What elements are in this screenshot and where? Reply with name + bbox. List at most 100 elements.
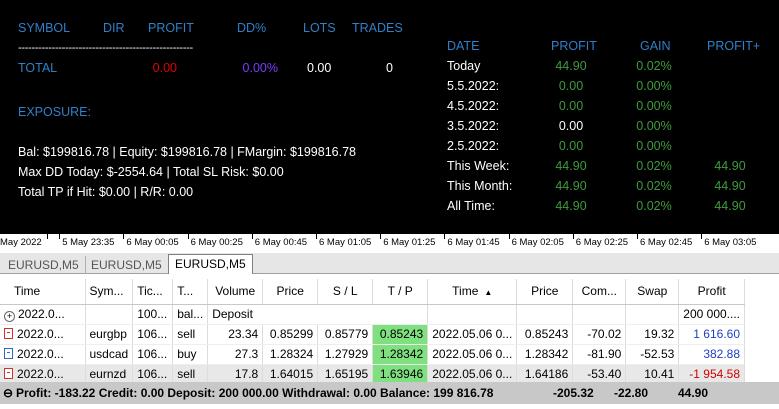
- summary-label: Profit: -183.22 Credit: 0.00 Deposit: 20…: [16, 386, 494, 400]
- axis-tick: [380, 234, 382, 239]
- col-header-type[interactable]: T...: [172, 279, 209, 305]
- total-lots: 0.00: [307, 61, 332, 75]
- chart-area[interactable]: SYMBOL DIR PROFIT DD% LOTS TRADES ------…: [0, 0, 779, 233]
- col-header-swap[interactable]: Swap: [625, 279, 680, 305]
- summary-swap: -22.80: [614, 386, 649, 400]
- deposit-time: 2022.0...: [18, 306, 65, 321]
- separator-line: ----------------------------------------…: [18, 42, 193, 54]
- axis-tick: [59, 234, 61, 239]
- col-header-close-price[interactable]: Price: [516, 279, 574, 305]
- trade-open-time-text: 2022.0...: [17, 327, 64, 341]
- deposit-type: bal...: [172, 304, 209, 325]
- trade-type: sell: [172, 324, 209, 345]
- axis-tick: [637, 234, 638, 239]
- axis-label: 6 May 03:05: [704, 237, 757, 248]
- chart-tab-1[interactable]: EURUSD,M5: [2, 256, 86, 274]
- trade-close-time: 2022.05.06 0...: [427, 324, 518, 345]
- col-header-close-time-label: Time: [452, 284, 479, 299]
- total-trades: 0: [386, 61, 393, 75]
- history-table-panel: Time Sym... Tic... T... Volume Price S /…: [0, 279, 779, 409]
- col-header-volume[interactable]: Volume: [207, 279, 264, 305]
- trade-close-time: 2022.05.06 0...: [427, 364, 518, 385]
- trade-row[interactable]: 2022.0... usdcad 106... buy 27.3 1.28324 1.279…: [0, 344, 746, 365]
- col-header-commission[interactable]: Com...: [572, 279, 627, 305]
- header-trades: TRADES: [352, 21, 403, 35]
- stats-date: This Week:: [447, 159, 510, 173]
- trade-type: sell: [172, 364, 209, 385]
- account-line-2: Max DD Today: $-2554.64 | Total SL Risk:…: [18, 165, 284, 179]
- axis-label: 5 May 23:35: [62, 237, 115, 248]
- axis-label: 6 May 01:25: [383, 237, 436, 248]
- deposit-row[interactable]: +2022.0... 100... bal... Deposit 200 000…: [0, 304, 746, 325]
- stats-header-profit-plus: PROFIT+: [707, 39, 761, 53]
- trade-swap: -52.53: [625, 344, 680, 365]
- trade-close-price: 0.85243: [516, 324, 574, 345]
- col-header-tp[interactable]: T / P: [372, 279, 429, 305]
- total-dd: 0.00%: [242, 61, 278, 75]
- stats-header-gain: GAIN: [640, 39, 671, 53]
- trade-symbol: eurgbp: [85, 324, 134, 345]
- total-profit: 0.00: [152, 61, 177, 75]
- history-table: Time Sym... Tic... T... Volume Price S /…: [0, 279, 746, 385]
- trade-close-time: 2022.05.06 0...: [427, 344, 518, 365]
- header-dd: DD%: [237, 21, 267, 35]
- stats-profit: 0.00: [558, 79, 584, 93]
- col-header-symbol[interactable]: Sym...: [85, 279, 134, 305]
- stats-header-profit: PROFIT: [551, 39, 597, 53]
- axis-label: 6 May 02:45: [640, 237, 693, 248]
- stats-profit: 44.90: [555, 179, 587, 193]
- stats-profit: 0.00: [558, 139, 584, 153]
- stats-gain: 0.00%: [636, 139, 672, 153]
- table-header-row: Time Sym... Tic... T... Volume Price S /…: [0, 279, 746, 305]
- stats-gain: 0.00%: [636, 99, 672, 113]
- trade-take-profit: 1.28342: [372, 344, 429, 365]
- col-header-sl[interactable]: S / L: [317, 279, 374, 305]
- axis-tick: [508, 234, 510, 239]
- stats-date: This Month:: [447, 179, 513, 193]
- sell-order-icon: [4, 328, 13, 339]
- header-profit: PROFIT: [148, 21, 194, 35]
- stats-profit: 0.00: [558, 99, 584, 113]
- sort-ascending-icon: ▲: [484, 288, 493, 298]
- header-dir: DIR: [103, 21, 125, 35]
- trade-ticket: 106...: [132, 364, 174, 385]
- stats-date: 5.5.2022:: [447, 79, 500, 93]
- col-header-ticket[interactable]: Tic...: [132, 279, 174, 305]
- axis-tick: [47, 234, 48, 239]
- trade-swap: 19.32: [625, 324, 680, 345]
- axis-tick: [572, 234, 574, 239]
- plus-circle-icon: +: [4, 310, 15, 322]
- trade-open-time: 2022.0...: [0, 344, 86, 365]
- col-header-close-time[interactable]: Time ▲: [427, 279, 518, 305]
- axis-tick: [251, 234, 253, 239]
- trade-ticket: 106...: [132, 324, 174, 345]
- trade-volume: 23.34: [207, 324, 264, 345]
- col-header-profit[interactable]: Profit: [678, 279, 746, 305]
- chart-tab-2[interactable]: EURUSD,M5: [85, 256, 169, 274]
- stats-gain: 0.02%: [636, 199, 672, 213]
- time-axis[interactable]: May 2022 5 May 23:35 6 May 00:05 6 May 00:2…: [0, 233, 779, 253]
- trade-symbol: usdcad: [85, 344, 134, 365]
- trade-volume: 27.3: [207, 344, 264, 365]
- trade-row[interactable]: 2022.0... eurnzd 106... sell 17.8 1.64015 1.65…: [0, 364, 746, 385]
- chart-tab-3[interactable]: EURUSD,M5: [168, 254, 253, 274]
- trade-row[interactable]: 2022.0... eurgbp 106... sell 23.34 0.85299 0.8…: [0, 324, 746, 345]
- stats-profit: 44.90: [555, 199, 587, 213]
- summary-profit: 44.90: [678, 386, 709, 400]
- summary-commission: -205.32: [553, 386, 594, 400]
- trade-take-profit: 1.63946: [372, 364, 429, 385]
- deposit-amount: 200 000....: [678, 304, 746, 325]
- axis-label: 6 May 02:25: [575, 237, 629, 248]
- stats-gain: 0.02%: [636, 179, 672, 193]
- stats-date: Today: [447, 59, 481, 73]
- stats-profit: 44.90: [555, 59, 587, 73]
- col-header-time[interactable]: Time: [0, 279, 86, 305]
- deposit-comment: Deposit: [207, 304, 373, 325]
- axis-label: 6 May 02:05: [511, 237, 564, 248]
- stats-profit-plus: 44.90: [714, 179, 746, 193]
- col-header-price[interactable]: Price: [262, 279, 319, 305]
- stats-profit-plus: 44.90: [714, 159, 746, 173]
- trade-open-time: 2022.0...: [0, 364, 86, 385]
- stats-gain: 0.02%: [636, 59, 672, 73]
- trade-profit: -1 954.58: [678, 364, 746, 385]
